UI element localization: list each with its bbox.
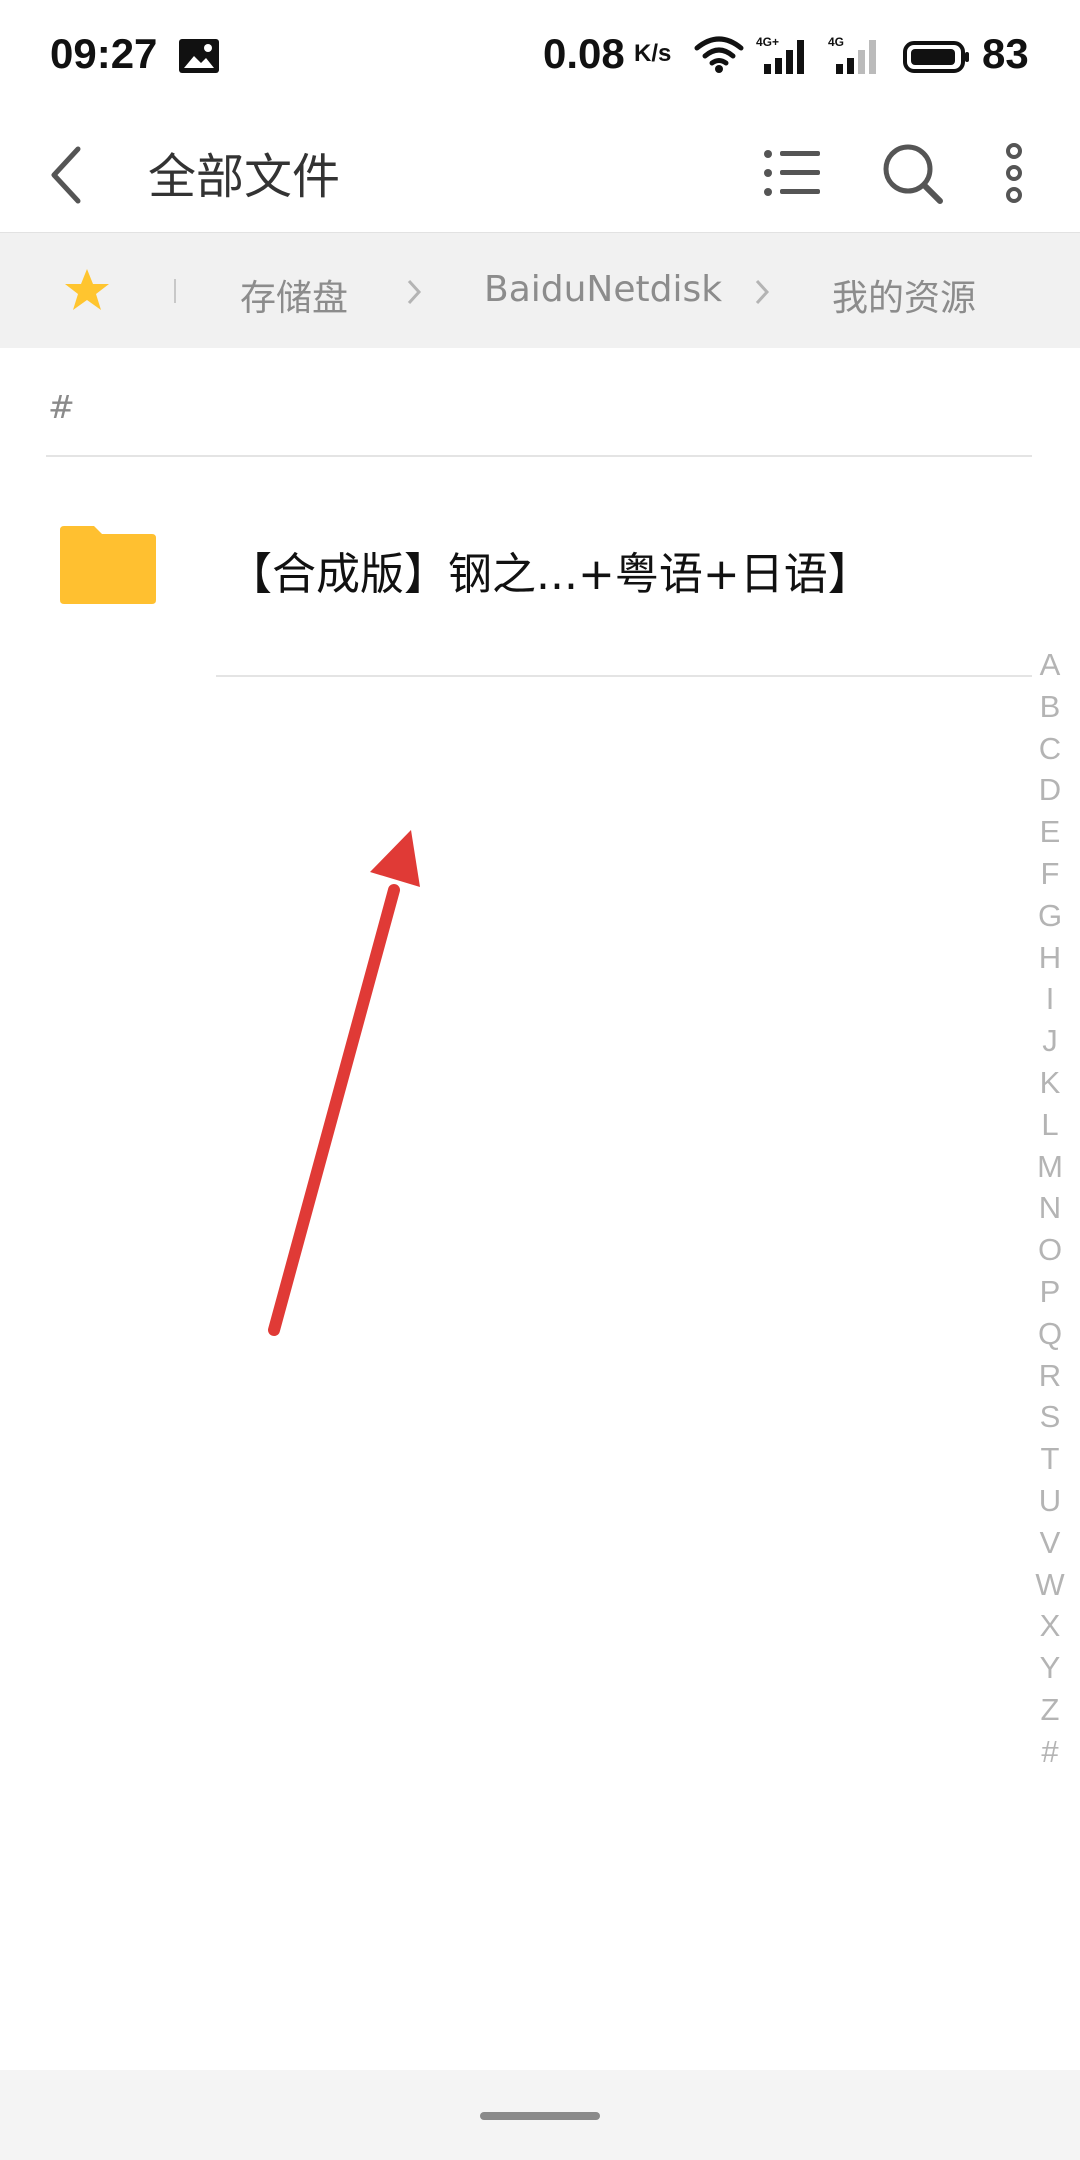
alphabet-index-letter[interactable]: V xyxy=(1030,1522,1070,1564)
network-speed-unit: K/s xyxy=(634,40,672,67)
divider xyxy=(216,675,1032,677)
breadcrumb-item-my-resources[interactable]: 我的资源 xyxy=(832,269,976,321)
alphabet-index-letter[interactable]: U xyxy=(1030,1480,1070,1522)
alphabet-index-letter[interactable]: R xyxy=(1030,1355,1070,1397)
alphabet-index-letter[interactable]: A xyxy=(1030,644,1070,686)
breadcrumb-separator xyxy=(174,279,176,303)
alphabet-index[interactable]: A B C D E F G H I J K L M N O P Q R S T U V W X Y Z # xyxy=(1030,644,1070,1773)
home-handle[interactable] xyxy=(480,2112,600,2120)
alphabet-index-letter[interactable]: J xyxy=(1030,1020,1070,1062)
breadcrumb-item-baidunetdisk[interactable]: BaiduNetdisk xyxy=(484,269,722,310)
battery-level: 83 xyxy=(982,30,1029,77)
alphabet-index-letter[interactable]: T xyxy=(1030,1438,1070,1480)
folder-icon xyxy=(60,526,156,604)
app-bar: 全部文件 xyxy=(0,113,1080,233)
breadcrumb: 存储盘 BaiduNetdisk 我的资源 xyxy=(0,233,1080,348)
alphabet-index-letter[interactable]: Q xyxy=(1030,1313,1070,1355)
search-icon[interactable] xyxy=(878,135,946,211)
cell-signal-sim2-icon: 4G xyxy=(828,35,876,74)
alphabet-index-letter[interactable]: F xyxy=(1030,853,1070,895)
alphabet-index-letter[interactable]: L xyxy=(1030,1104,1070,1146)
battery-icon xyxy=(903,41,969,73)
alphabet-index-letter[interactable]: O xyxy=(1030,1229,1070,1271)
page-title: 全部文件 xyxy=(148,149,341,205)
alphabet-index-letter[interactable]: M xyxy=(1030,1146,1070,1188)
alphabet-index-letter[interactable]: N xyxy=(1030,1187,1070,1229)
svg-text:4G: 4G xyxy=(828,35,844,49)
alphabet-index-letter[interactable]: B xyxy=(1030,686,1070,728)
cell-signal-sim1-icon: 4G+ xyxy=(756,35,804,74)
status-bar: 09:27 0.08 K/s 4G+ 4G 83 xyxy=(0,0,1080,113)
alphabet-index-letter[interactable]: C xyxy=(1030,728,1070,770)
alphabet-index-letter[interactable]: P xyxy=(1030,1271,1070,1313)
list-item-folder[interactable]: 【合成版】钢之...+粤语+日语】 xyxy=(0,458,1032,677)
wifi-icon xyxy=(694,36,744,73)
breadcrumb-item-storage[interactable]: 存储盘 xyxy=(240,269,348,321)
image-notification-icon xyxy=(179,39,219,73)
svg-text:4G+: 4G+ xyxy=(756,35,779,49)
alphabet-index-letter[interactable]: Z xyxy=(1030,1689,1070,1731)
file-name: 【合成版】钢之...+粤语+日语】 xyxy=(228,549,872,600)
alphabet-index-letter[interactable]: I xyxy=(1030,978,1070,1020)
alphabet-index-letter[interactable]: G xyxy=(1030,895,1070,937)
chevron-right-icon xyxy=(755,279,770,305)
alphabet-index-letter[interactable]: D xyxy=(1030,769,1070,811)
status-time: 09:27 xyxy=(50,30,158,77)
section-header: # xyxy=(48,388,75,426)
divider xyxy=(46,455,1032,457)
alphabet-index-letter[interactable]: E xyxy=(1030,811,1070,853)
navigation-bar xyxy=(0,2070,1080,2160)
list-view-icon[interactable] xyxy=(762,135,822,211)
alphabet-index-letter[interactable]: # xyxy=(1030,1731,1070,1773)
alphabet-index-letter[interactable]: H xyxy=(1030,937,1070,979)
alphabet-index-letter[interactable]: S xyxy=(1030,1396,1070,1438)
more-options-icon[interactable] xyxy=(996,135,1032,211)
alphabet-index-letter[interactable]: K xyxy=(1030,1062,1070,1104)
alphabet-index-letter[interactable]: X xyxy=(1030,1605,1070,1647)
network-speed: 0.08 xyxy=(543,30,625,77)
alphabet-index-letter[interactable]: W xyxy=(1030,1564,1070,1606)
chevron-right-icon xyxy=(407,279,422,305)
back-icon[interactable] xyxy=(46,139,90,211)
alphabet-index-letter[interactable]: Y xyxy=(1030,1647,1070,1689)
favorite-star-icon[interactable] xyxy=(64,267,110,313)
